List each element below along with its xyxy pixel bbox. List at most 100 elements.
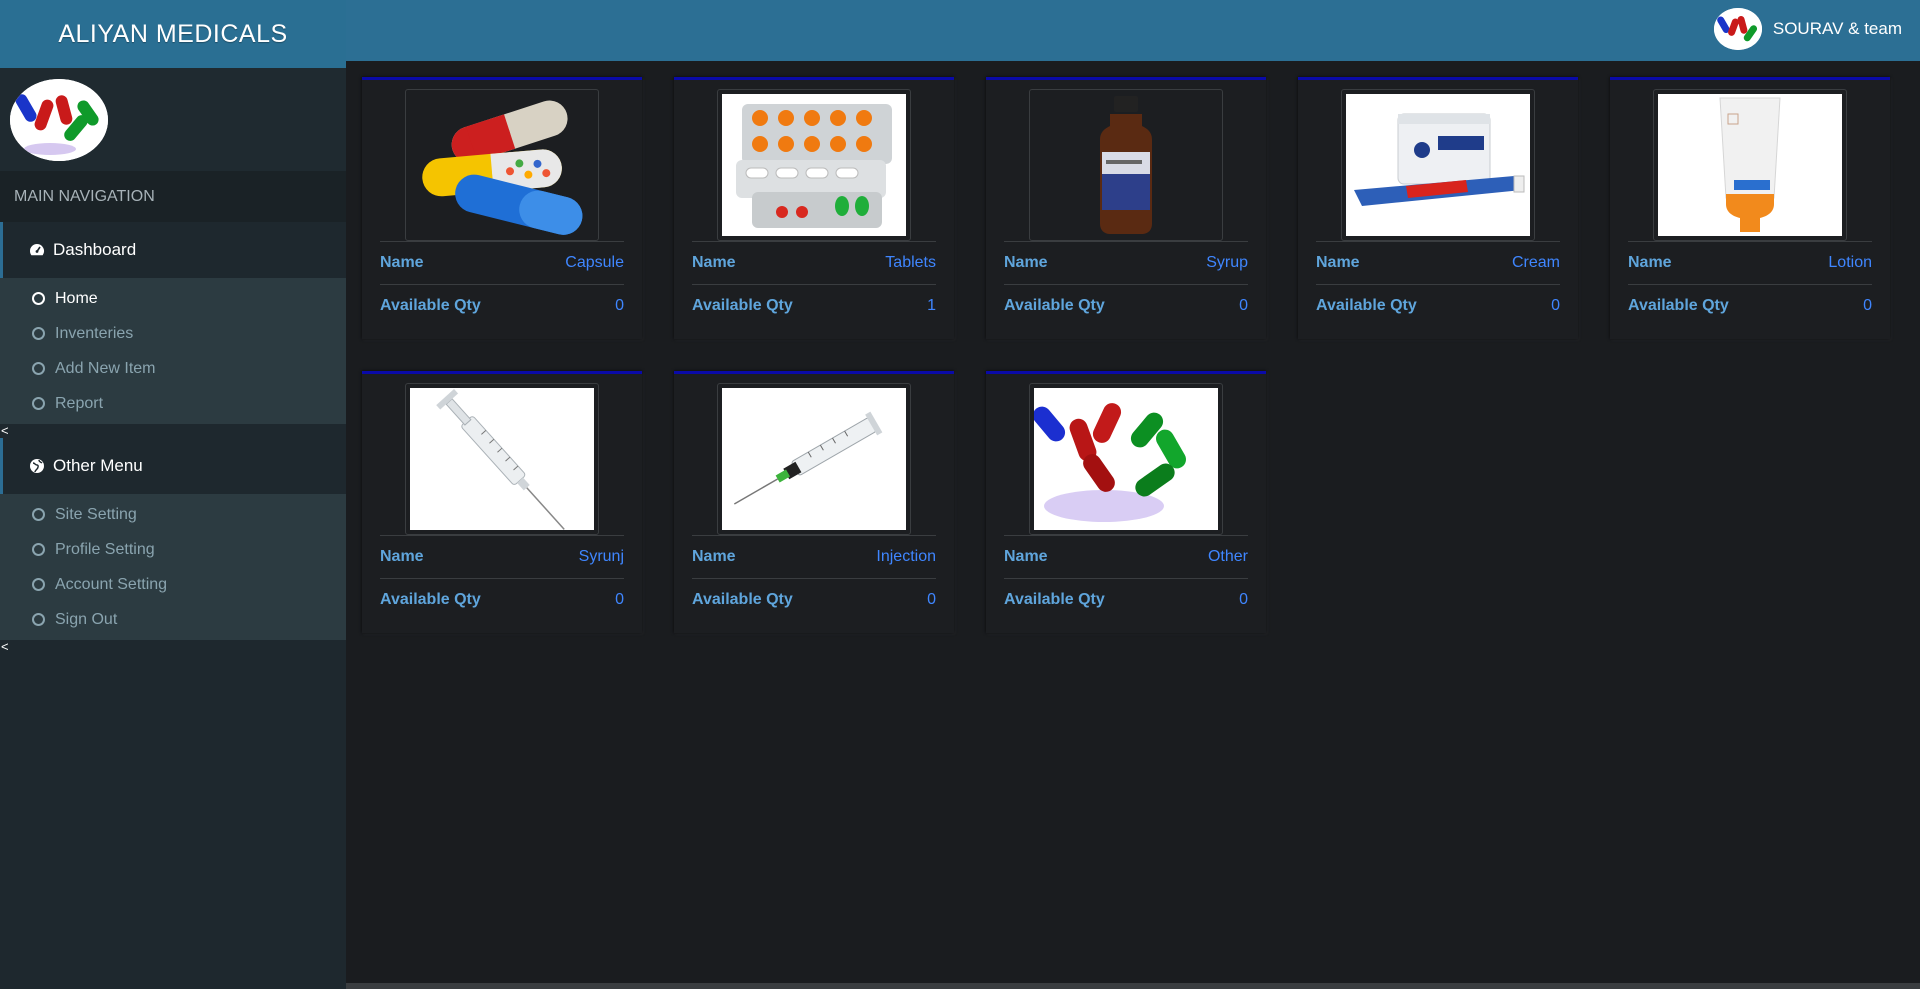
lotion-image: [1658, 94, 1842, 236]
product-qty-row: Available Qty 0: [1316, 284, 1560, 327]
product-name: Lotion: [1828, 254, 1872, 271]
product-image-frame: [405, 89, 599, 241]
product-name: Syrup: [1206, 254, 1248, 271]
circle-icon: [32, 362, 45, 375]
product-qty: 0: [1551, 297, 1560, 314]
syrup-image: [1034, 94, 1218, 236]
product-name-row: Name Injection: [692, 535, 936, 578]
name-label: Name: [1628, 254, 1672, 271]
collapse-toggle[interactable]: <: [0, 424, 346, 438]
product-qty-row: Available Qty 0: [380, 284, 624, 327]
tablets-image: [722, 94, 906, 236]
sidebar-item-report[interactable]: Report: [0, 386, 346, 421]
circle-icon: [32, 578, 45, 591]
product-card[interactable]: Name Cream Available Qty 0: [1298, 77, 1578, 339]
sidebar-item-label: Account Setting: [55, 575, 168, 593]
dashboard-icon: [30, 244, 44, 256]
circle-icon: [32, 508, 45, 521]
product-qty-row: Available Qty 0: [692, 578, 936, 621]
product-name-row: Name Syrup: [1004, 241, 1248, 284]
name-label: Name: [1316, 254, 1360, 271]
sidebar-item-label: Report: [55, 394, 104, 412]
globe-icon: [30, 459, 44, 473]
menu-other-label: Other Menu: [53, 456, 143, 475]
product-name: Injection: [876, 548, 936, 565]
circle-icon: [32, 397, 45, 410]
qty-label: Available Qty: [692, 591, 793, 608]
product-card[interactable]: Name Lotion Available Qty 0: [1610, 77, 1890, 339]
product-qty: 1: [927, 297, 936, 314]
sidebar-item-label: Site Setting: [55, 505, 137, 523]
sidebar-item-label: Sign Out: [55, 610, 118, 628]
top-header: SOURAV & team: [346, 0, 1920, 61]
qty-label: Available Qty: [1316, 297, 1417, 314]
name-label: Name: [1004, 254, 1048, 271]
product-qty: 0: [927, 591, 936, 608]
name-label: Name: [380, 548, 424, 565]
circle-icon: [32, 292, 45, 305]
product-card[interactable]: Name Syrup Available Qty 0: [986, 77, 1266, 339]
product-card[interactable]: Name Other Available Qty 0: [986, 371, 1266, 633]
product-name-row: Name Other: [1004, 535, 1248, 578]
menu-other[interactable]: Other Menu: [0, 438, 346, 494]
sidebar-item-inventeries[interactable]: Inventeries: [0, 316, 346, 351]
sidebar-item-profile-setting[interactable]: Profile Setting: [0, 532, 346, 567]
product-image-frame: [405, 383, 599, 535]
sidebar-item-account-setting[interactable]: Account Setting: [0, 567, 346, 602]
product-card[interactable]: Name Syrunj Available Qty 0: [362, 371, 642, 633]
product-image-frame: [717, 383, 911, 535]
product-qty: 0: [615, 591, 624, 608]
product-card[interactable]: Name Capsule Available Qty 0: [362, 77, 642, 339]
product-card[interactable]: Name Injection Available Qty 0: [674, 371, 954, 633]
qty-label: Available Qty: [1004, 297, 1105, 314]
brand-logo-text[interactable]: ALIYAN MEDICALS: [0, 0, 346, 68]
product-qty-row: Available Qty 0: [1628, 284, 1872, 327]
product-qty: 0: [615, 297, 624, 314]
product-image-frame: [1029, 89, 1223, 241]
main-content: Name Capsule Available Qty 0 Name Tablet…: [346, 61, 1920, 989]
product-name-row: Name Capsule: [380, 241, 624, 284]
product-name: Capsule: [565, 254, 624, 271]
product-name-row: Name Lotion: [1628, 241, 1872, 284]
name-label: Name: [692, 548, 736, 565]
menu-dashboard-label: Dashboard: [53, 240, 137, 259]
product-qty-row: Available Qty 1: [692, 284, 936, 327]
capsule-image: [410, 94, 594, 236]
product-name: Other: [1207, 548, 1248, 565]
circle-icon: [32, 327, 45, 340]
dashboard-submenu: Home Inventeries Add New Item Report: [0, 278, 346, 424]
product-name-row: Name Cream: [1316, 241, 1560, 284]
sidebar-item-label: Add New Item: [55, 359, 156, 377]
injection-image: [722, 388, 906, 530]
name-label: Name: [692, 254, 736, 271]
name-label: Name: [380, 254, 424, 271]
product-name: Cream: [1511, 254, 1560, 271]
product-name: Tablets: [885, 254, 936, 271]
product-card[interactable]: Name Tablets Available Qty 1: [674, 77, 954, 339]
sidebar-item-site-setting[interactable]: Site Setting: [0, 497, 346, 532]
sidebar-item-sign-out[interactable]: Sign Out: [0, 602, 346, 637]
pills-logo-image: [10, 78, 108, 161]
product-image-frame: [717, 89, 911, 241]
sidebar-item-label: Profile Setting: [55, 540, 155, 558]
product-qty-row: Available Qty 0: [1004, 578, 1248, 621]
qty-label: Available Qty: [1004, 591, 1105, 608]
qty-label: Available Qty: [692, 297, 793, 314]
menu-dashboard[interactable]: Dashboard: [0, 222, 346, 278]
other-submenu: Site Setting Profile Setting Account Set…: [0, 494, 346, 640]
product-name: Syrunj: [578, 548, 624, 565]
product-qty: 0: [1239, 297, 1248, 314]
collapse-toggle[interactable]: <: [0, 640, 346, 654]
pills-image: [1034, 388, 1218, 530]
user-menu[interactable]: SOURAV & team: [1713, 8, 1902, 50]
qty-label: Available Qty: [1628, 297, 1729, 314]
product-cards-grid: Name Capsule Available Qty 0 Name Tablet…: [362, 77, 1890, 633]
qty-label: Available Qty: [380, 591, 481, 608]
circle-icon: [32, 613, 45, 626]
sidebar-item-home[interactable]: Home: [0, 281, 346, 316]
product-image-frame: [1341, 89, 1535, 241]
product-image-frame: [1029, 383, 1223, 535]
sidebar-item-add-new-item[interactable]: Add New Item: [0, 351, 346, 386]
name-label: Name: [1004, 548, 1048, 565]
product-name-row: Name Syrunj: [380, 535, 624, 578]
